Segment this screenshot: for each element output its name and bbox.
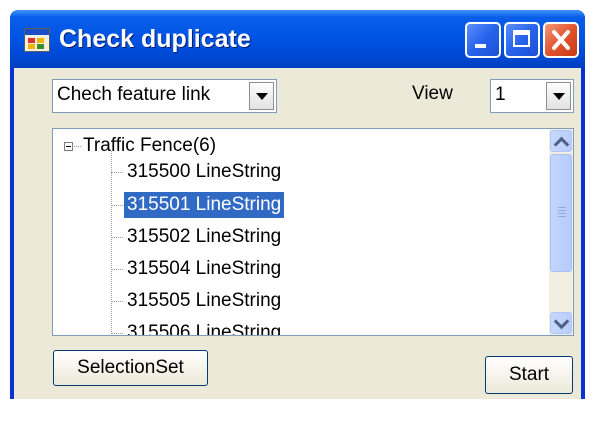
chevron-down-icon[interactable] <box>249 82 274 110</box>
view-dropdown-value: 1 <box>495 84 506 105</box>
window: Check duplicate Chech feature link View … <box>10 10 585 399</box>
view-label: View <box>412 83 453 104</box>
tree-item[interactable]: 315506 LineString <box>124 320 284 335</box>
collapse-icon[interactable] <box>64 142 73 151</box>
selection-set-button[interactable]: SelectionSet <box>53 350 208 386</box>
mode-dropdown[interactable]: Chech feature link <box>52 79 277 113</box>
tree-root[interactable]: Traffic Fence(6) <box>80 133 219 159</box>
tree-item[interactable]: 315505 LineString <box>124 288 284 314</box>
dialog-body: Chech feature link View 1 Traffic Fence(… <box>14 68 581 399</box>
close-icon <box>552 30 570 50</box>
tree-item-selected[interactable]: 315501 LineString <box>124 192 285 218</box>
scroll-up-button[interactable] <box>550 130 572 153</box>
maximize-button[interactable] <box>504 22 540 58</box>
tree-item[interactable]: 315504 LineString <box>124 256 284 282</box>
feature-tree[interactable]: Traffic Fence(6) 315500 LineString 31550… <box>52 128 574 336</box>
mode-dropdown-value: Chech feature link <box>57 84 211 105</box>
tree-item[interactable]: 315500 LineString <box>124 159 284 185</box>
start-button[interactable]: Start <box>485 356 573 394</box>
scroll-down-button[interactable] <box>550 312 572 334</box>
window-title: Check duplicate <box>59 25 251 53</box>
close-button[interactable] <box>543 22 579 58</box>
app-icon <box>24 28 50 52</box>
minimize-icon <box>475 44 486 48</box>
scroll-thumb[interactable] <box>550 154 572 272</box>
maximize-icon <box>513 30 530 47</box>
chevron-down-icon <box>553 313 570 330</box>
titlebar[interactable]: Check duplicate <box>10 10 585 68</box>
chevron-down-icon[interactable] <box>546 82 571 110</box>
vertical-scrollbar[interactable] <box>549 129 573 335</box>
chevron-up-icon <box>553 136 570 153</box>
view-dropdown[interactable]: 1 <box>490 79 574 113</box>
minimize-button[interactable] <box>465 22 501 58</box>
tree-item[interactable]: 315502 LineString <box>124 224 284 250</box>
